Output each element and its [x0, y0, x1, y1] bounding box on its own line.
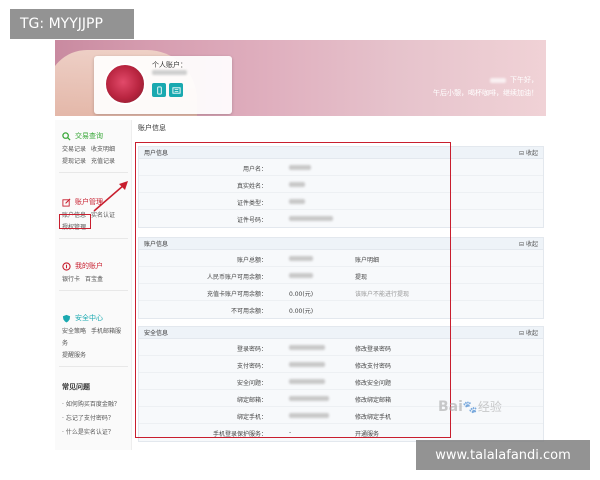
arrow-annotation	[93, 181, 128, 212]
sidebar-head-transactions[interactable]: 交易查询	[55, 128, 132, 144]
sidebar-item-withdraw-records[interactable]: 提现记录	[62, 158, 86, 165]
coin-icon	[62, 261, 71, 271]
divider	[59, 366, 128, 367]
sidebar-item-security-policy[interactable]: 安全策略	[62, 328, 86, 335]
faq-item[interactable]: · 如何购买百度金融？	[55, 398, 132, 412]
baidu-watermark: Bai🐾经验	[438, 399, 502, 415]
top-left-tag: TG: MYYJJPP	[10, 9, 134, 39]
sidebar-item-bank-card[interactable]: 银行卡	[62, 276, 80, 283]
collapse-button[interactable]: ⊟ 收起	[519, 239, 538, 248]
sidebar-item-topup-records[interactable]: 充值记录	[91, 158, 115, 165]
page-title: 账户信息	[138, 124, 166, 132]
sidebar-head-my-account[interactable]: 我的账户	[55, 258, 132, 274]
phone-bind-button[interactable]	[152, 83, 166, 97]
sidebar-group-transactions: 交易查询 交易记录 收支明细 提现记录 充值记录	[55, 128, 132, 177]
collapse-button[interactable]: ⊟ 收起	[519, 148, 538, 157]
faq-item[interactable]: · 忘记了支付密码？	[55, 412, 132, 426]
sidebar-links-my-account: 银行卡 百宝盒	[55, 274, 132, 286]
shield-icon	[62, 314, 71, 323]
phone-icon	[156, 85, 162, 95]
highlight-main-panel	[135, 142, 451, 438]
sidebar-item-trade-records[interactable]: 交易记录	[62, 146, 86, 153]
sidebar-item-income-detail[interactable]: 收支明细	[91, 146, 115, 153]
divider	[59, 172, 128, 173]
search-icon	[62, 131, 71, 141]
greeting-line2: 午后小憩，喝杯咖啡，继续加油！	[433, 89, 538, 97]
sidebar-group-my-account: 我的账户 银行卡 百宝盒	[55, 258, 132, 295]
id-card-button[interactable]	[169, 83, 183, 97]
sidebar-item-treasure-box[interactable]: 百宝盒	[85, 276, 103, 283]
sidebar-faq: 常见问题 · 如何购买百度金融？ · 忘记了支付密码？ · 什么是实名认证？	[55, 382, 132, 440]
faq-title: 常见问题	[62, 383, 90, 391]
faq-item[interactable]: · 什么是实名认证？	[55, 426, 132, 440]
collapse-button[interactable]: ⊟ 收起	[519, 328, 538, 337]
divider	[59, 290, 128, 291]
account-banner: 个人账户： 下午好， 午后小憩，喝杯咖啡，继续加油！	[55, 40, 546, 116]
id-card-icon	[171, 86, 181, 94]
sidebar: 交易查询 交易记录 收支明细 提现记录 充值记录 账户管理 账户信息 实名认证 授权管…	[55, 120, 132, 450]
account-label: 个人账户：	[152, 61, 187, 69]
sidebar-group-security: 安全中心 安全策略 手机邮箱服务 提醒服务	[55, 310, 132, 371]
sidebar-head-security[interactable]: 安全中心	[55, 310, 132, 326]
sidebar-item-reminders[interactable]: 提醒服务	[62, 352, 86, 359]
greeting-line1: 下午好，	[490, 75, 538, 85]
sidebar-links-transactions: 交易记录 收支明细 提现记录 充值记录	[55, 144, 132, 168]
sidebar-links-security: 安全策略 手机邮箱服务 提醒服务	[55, 326, 132, 362]
account-card: 个人账户：	[94, 56, 232, 114]
divider	[59, 238, 128, 239]
screenshot-stage: 个人账户： 下午好， 午后小憩，喝杯咖啡，继续加油！ 交易查询 交易记录 收支明细…	[0, 0, 600, 480]
bottom-right-tag: www.talalafandi.com	[416, 440, 590, 470]
account-name-redacted	[152, 70, 187, 75]
highlight-account-info	[59, 214, 91, 229]
edit-icon	[62, 198, 71, 207]
avatar[interactable]	[104, 63, 146, 105]
